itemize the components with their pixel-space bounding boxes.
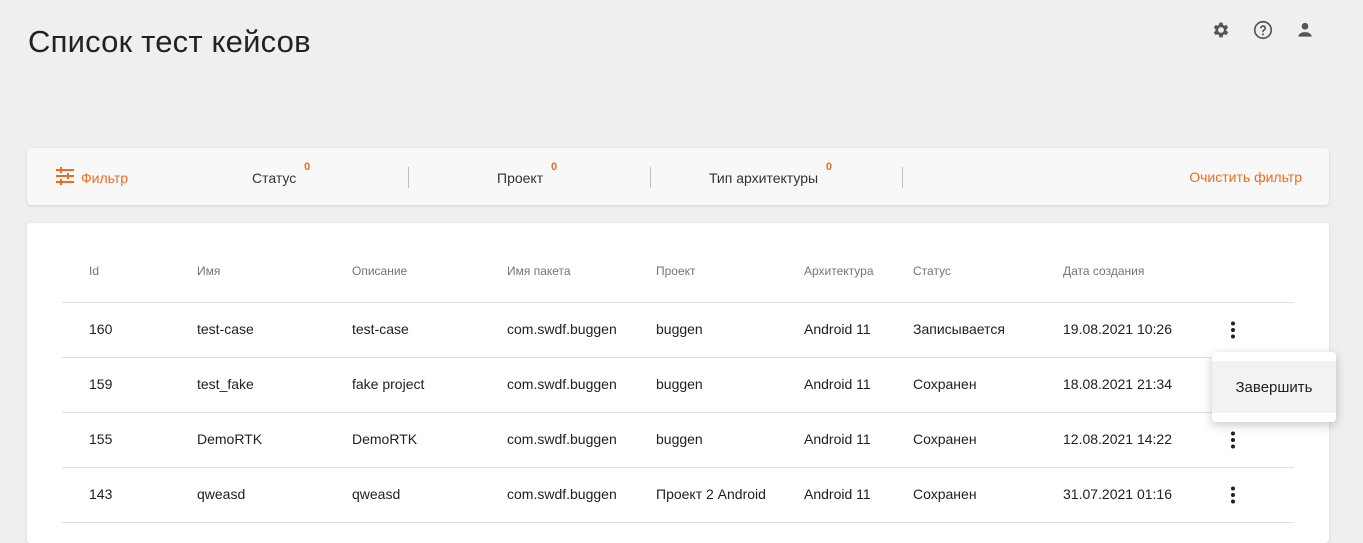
- table-header: Id Имя Описание Имя пакета Проект Архите…: [62, 247, 1294, 303]
- filter-architecture[interactable]: Тип архитектуры 0: [709, 161, 832, 186]
- cell-created: 19.08.2021 10:26: [1063, 321, 1172, 337]
- filter-project-label: Проект: [497, 170, 544, 186]
- clear-filter-button[interactable]: Очистить фильтр: [1189, 169, 1302, 185]
- cell-description: DemoRTK: [352, 431, 418, 447]
- cell-id: 160: [89, 321, 113, 337]
- cell-created: 18.08.2021 21:34: [1063, 376, 1172, 392]
- more-vert-icon[interactable]: [1221, 428, 1245, 452]
- cell-architecture: Android 11: [804, 431, 871, 447]
- column-header-package[interactable]: Имя пакета: [507, 264, 571, 278]
- page-title: Список тест кейсов: [28, 24, 311, 59]
- cell-status: Сохранен: [913, 376, 977, 392]
- cell-status: Записывается: [913, 321, 1005, 337]
- cell-project: buggen: [656, 376, 703, 392]
- header-icons: [1209, 18, 1317, 42]
- cell-architecture: Android 11: [804, 376, 871, 392]
- cell-project: Проект 2 Android: [656, 486, 766, 502]
- cell-description: test-case: [352, 321, 409, 337]
- cell-project: buggen: [656, 431, 703, 447]
- filter-architecture-label: Тип архитектуры: [709, 170, 819, 186]
- cell-name: qweasd: [197, 486, 246, 502]
- cell-package: com.swdf.buggen: [507, 431, 617, 447]
- column-header-id[interactable]: Id: [89, 264, 99, 278]
- cell-id: 155: [89, 431, 113, 447]
- filter-project-count: 0: [551, 161, 558, 173]
- cell-created: 12.08.2021 14:22: [1063, 431, 1172, 447]
- table-row[interactable]: 160 test-case test-case com.swdf.buggen …: [62, 303, 1294, 358]
- cell-package: com.swdf.buggen: [507, 321, 617, 337]
- column-header-project[interactable]: Проект: [656, 264, 696, 278]
- more-vert-icon[interactable]: [1221, 318, 1245, 342]
- test-cases-table: Id Имя Описание Имя пакета Проект Архите…: [62, 247, 1294, 523]
- cell-package: com.swdf.buggen: [507, 376, 617, 392]
- table-row[interactable]: 155 DemoRTK DemoRTK com.swdf.buggen bugg…: [62, 413, 1294, 468]
- help-icon[interactable]: [1251, 18, 1275, 42]
- table-row[interactable]: 159 test_fake fake project com.swdf.bugg…: [62, 358, 1294, 413]
- table-row[interactable]: 143 qweasd qweasd com.swdf.buggen Проект…: [62, 468, 1294, 523]
- cell-description: qweasd: [352, 486, 401, 502]
- filter-bar: Фильтр Статус 0 Проект 0 Тип архитектуры…: [27, 148, 1329, 205]
- column-header-description[interactable]: Описание: [352, 264, 407, 278]
- user-icon[interactable]: [1293, 18, 1317, 42]
- cell-id: 159: [89, 376, 113, 392]
- divider: [650, 167, 651, 188]
- filter-status[interactable]: Статус 0: [252, 161, 310, 186]
- cell-package: com.swdf.buggen: [507, 486, 617, 502]
- column-header-created[interactable]: Дата создания: [1063, 264, 1144, 278]
- cell-status: Сохранен: [913, 431, 977, 447]
- more-vert-icon[interactable]: [1221, 483, 1245, 507]
- cell-architecture: Android 11: [804, 321, 871, 337]
- filter-status-label: Статус: [252, 170, 297, 186]
- filter-label: Фильтр: [81, 169, 129, 186]
- cell-id: 143: [89, 486, 113, 502]
- cell-name: DemoRTK: [197, 431, 263, 447]
- divider: [902, 167, 903, 188]
- cell-description: fake project: [352, 376, 425, 392]
- column-header-name[interactable]: Имя: [197, 264, 220, 278]
- menu-item-finish[interactable]: Завершить: [1212, 361, 1336, 413]
- row-context-menu: Завершить: [1212, 352, 1336, 422]
- filter-sliders-icon: [55, 167, 75, 188]
- divider: [408, 167, 409, 188]
- cell-status: Сохранен: [913, 486, 977, 502]
- test-cases-table-card: Id Имя Описание Имя пакета Проект Архите…: [27, 223, 1329, 543]
- filter-status-count: 0: [304, 161, 311, 173]
- cell-created: 31.07.2021 01:16: [1063, 486, 1172, 502]
- cell-name: test_fake: [197, 376, 254, 392]
- column-header-status[interactable]: Статус: [913, 264, 951, 278]
- cell-project: buggen: [656, 321, 703, 337]
- gear-icon[interactable]: [1209, 18, 1233, 42]
- filter-button[interactable]: Фильтр: [55, 167, 128, 188]
- cell-name: test-case: [197, 321, 254, 337]
- filter-project[interactable]: Проект 0: [497, 161, 557, 186]
- filter-architecture-count: 0: [825, 161, 833, 173]
- column-header-architecture[interactable]: Архитектура: [804, 264, 874, 278]
- cell-architecture: Android 11: [804, 486, 871, 502]
